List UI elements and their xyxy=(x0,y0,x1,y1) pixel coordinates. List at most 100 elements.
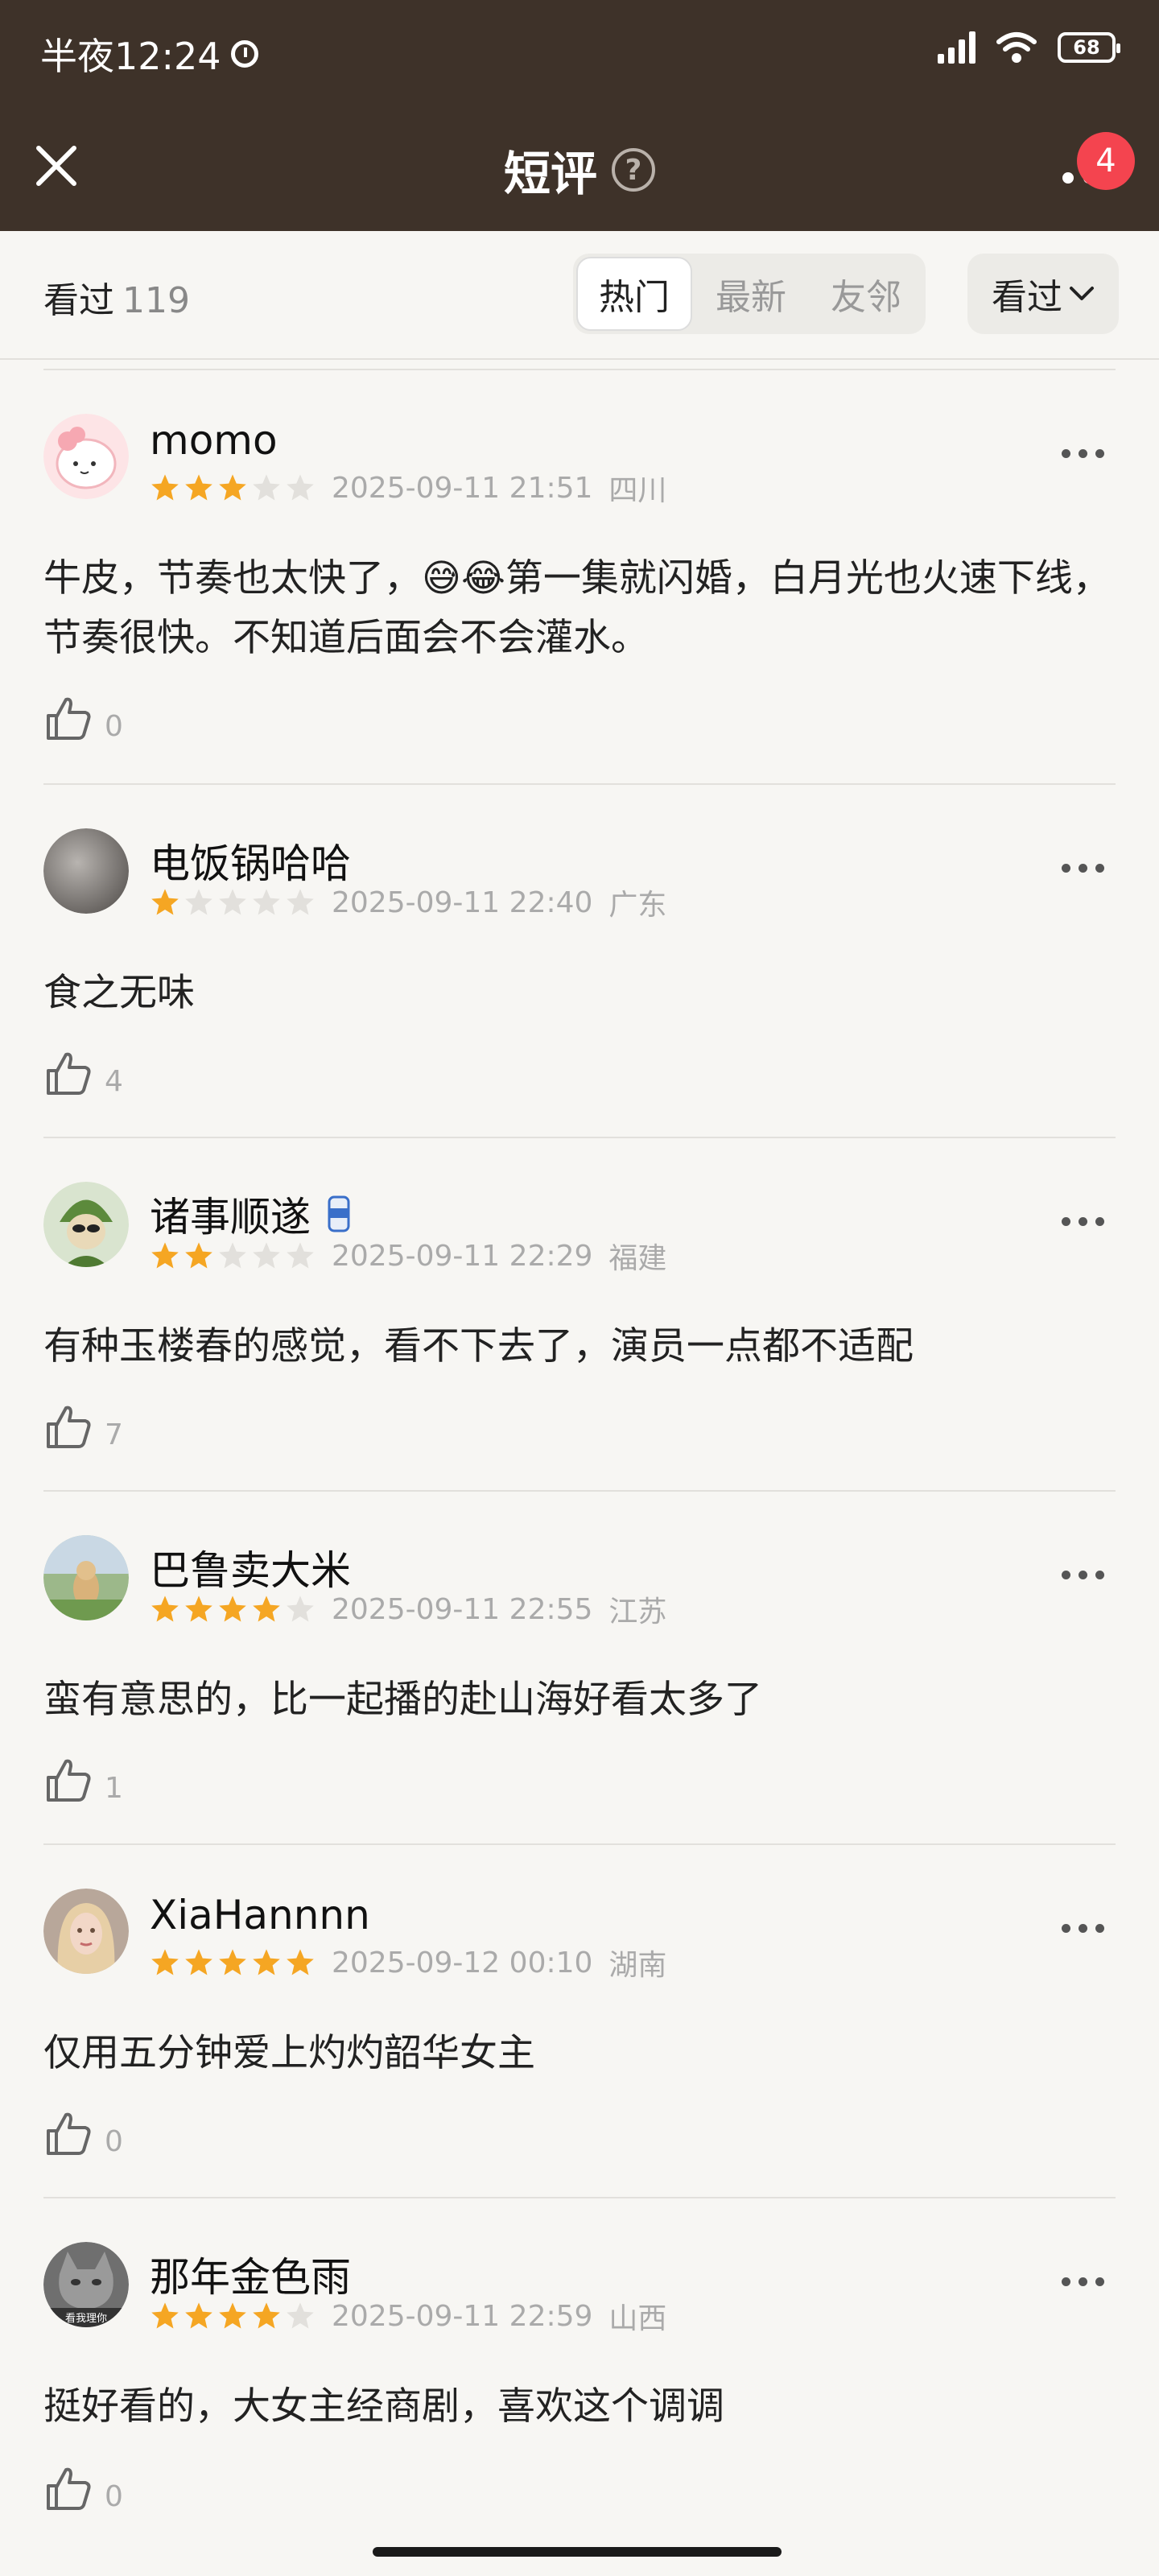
thumbs-up-icon xyxy=(47,697,91,740)
like-count: 0 xyxy=(105,2125,123,2158)
battery-level: 68 xyxy=(1073,36,1100,59)
review-text: 牛皮，节奏也太快了，😅😂第一集就闪婚，白月光也火速下线，节奏很快。不知道后面会不… xyxy=(43,556,1111,660)
review-text: 蛮有意思的，比一起播的赴山海好看太多了 xyxy=(43,1678,762,1722)
star-filled-icon xyxy=(151,474,179,501)
rating-stars xyxy=(150,1947,316,1978)
star-filled-icon xyxy=(219,1596,246,1622)
like-count: 7 xyxy=(105,1418,123,1451)
review-meta: 2025-09-12 00:10 湖南 xyxy=(150,1942,666,1984)
more-options-icon[interactable] xyxy=(1062,1924,1104,1933)
star-filled-icon xyxy=(219,1949,246,1975)
status-time: 半夜12:24 xyxy=(40,27,258,80)
like-button[interactable]: 0 xyxy=(43,2463,123,2513)
chevron-down-icon xyxy=(1070,287,1094,300)
review-date: 2025-09-11 22:40 xyxy=(332,886,593,919)
wifi-icon xyxy=(996,32,1037,63)
avatar[interactable] xyxy=(43,414,129,499)
more-options-icon[interactable] xyxy=(1062,449,1104,458)
star-empty-icon xyxy=(287,1596,314,1622)
home-indicator[interactable] xyxy=(373,2547,782,2557)
thumbs-up-icon xyxy=(47,1406,91,1448)
review-meta: 2025-09-11 22:29 福建 xyxy=(150,1235,666,1277)
thumbs-up-icon xyxy=(47,1759,91,1802)
star-filled-icon xyxy=(185,474,212,501)
avatar[interactable] xyxy=(43,828,129,914)
status-time-text: 半夜12:24 xyxy=(40,35,221,78)
like-button[interactable]: 4 xyxy=(43,1048,123,1098)
star-filled-icon xyxy=(151,1949,179,1975)
review-meta: 2025-09-11 22:55 江苏 xyxy=(150,1588,666,1630)
thumbs-up-icon xyxy=(47,1052,91,1095)
signal-icon xyxy=(938,31,975,64)
user-name[interactable]: XiaHannnn xyxy=(150,1892,370,1938)
seen-count: 119 xyxy=(122,280,190,321)
rating-stars xyxy=(150,887,316,918)
like-count: 0 xyxy=(105,710,123,743)
review-meta: 2025-09-11 21:51 四川 xyxy=(150,467,666,509)
like-button[interactable]: 7 xyxy=(43,1402,123,1451)
star-filled-icon xyxy=(253,1596,280,1622)
seen-count-label: 看过 119 xyxy=(43,271,190,323)
star-filled-icon xyxy=(185,2302,212,2329)
seen-filter-dropdown[interactable]: 看过 xyxy=(967,254,1119,334)
like-button[interactable]: 1 xyxy=(43,1755,123,1805)
seen-dropdown-label: 看过 xyxy=(992,277,1062,318)
avatar[interactable] xyxy=(43,1889,129,1974)
review-meta: 2025-09-11 22:40 广东 xyxy=(150,881,666,923)
battery-icon: 68 xyxy=(1058,32,1120,63)
more-menu-button[interactable]: 4 xyxy=(1022,116,1135,204)
review-meta: 2025-09-11 22:59 山西 xyxy=(150,2295,666,2337)
star-filled-icon xyxy=(185,1596,212,1622)
star-filled-icon xyxy=(219,2302,246,2329)
star-filled-icon xyxy=(151,2302,179,2329)
star-filled-icon xyxy=(185,1242,212,1269)
like-button[interactable]: 0 xyxy=(43,2108,123,2158)
review-text: 食之无味 xyxy=(43,971,195,1015)
star-empty-icon xyxy=(287,1242,314,1269)
soda-can-icon xyxy=(328,1195,350,1232)
tab-hot[interactable]: 热门 xyxy=(576,257,692,331)
star-empty-icon xyxy=(219,889,246,915)
header: 短评 ? 4 xyxy=(0,100,1159,231)
star-empty-icon xyxy=(185,889,212,915)
rating-stars xyxy=(150,2301,316,2331)
star-filled-icon xyxy=(287,1949,314,1975)
rating-stars xyxy=(150,473,316,503)
review-item: 看我理你 那年金色雨 2025-09-11 22:59 山西 挺好看的，大女主经… xyxy=(43,2198,1116,2552)
like-button[interactable]: 0 xyxy=(43,693,123,743)
review-date: 2025-09-11 22:55 xyxy=(332,1592,593,1626)
review-region: 湖南 xyxy=(608,1949,667,1982)
more-options-icon[interactable] xyxy=(1062,2277,1104,2286)
avatar[interactable]: 看我理你 xyxy=(43,2242,129,2327)
review-date: 2025-09-11 22:29 xyxy=(332,1239,593,1273)
filter-bar: 看过 119 热门 最新 友邻 看过 xyxy=(0,231,1159,360)
avatar[interactable] xyxy=(43,1535,129,1620)
more-options-icon[interactable] xyxy=(1062,1217,1104,1226)
tab-latest[interactable]: 最新 xyxy=(692,257,810,331)
star-empty-icon xyxy=(287,2302,314,2329)
like-count: 1 xyxy=(105,1772,123,1805)
review-item: momo 2025-09-11 21:51 四川 牛皮，节奏也太快了，😅😂第一集… xyxy=(43,370,1116,785)
star-filled-icon xyxy=(151,889,179,915)
star-empty-icon xyxy=(253,889,280,915)
star-empty-icon xyxy=(253,474,280,501)
thumbs-up-icon xyxy=(47,2467,91,2510)
review-date: 2025-09-11 21:51 xyxy=(332,471,593,505)
review-item: XiaHannnn 2025-09-12 00:10 湖南 仅用五分钟爱上灼灼韶… xyxy=(43,1845,1116,2198)
status-bar: 半夜12:24 68 xyxy=(0,0,1159,100)
help-icon[interactable]: ? xyxy=(612,148,655,192)
rating-stars xyxy=(150,1594,316,1624)
user-name[interactable]: momo xyxy=(150,417,278,464)
review-text: 挺好看的，大女主经商剧，喜欢这个调调 xyxy=(43,2384,724,2429)
like-count: 0 xyxy=(105,2480,123,2513)
like-count: 4 xyxy=(105,1065,123,1098)
avatar[interactable] xyxy=(43,1182,129,1267)
avatar-caption: 看我理你 xyxy=(65,2312,107,2325)
more-options-icon[interactable] xyxy=(1062,1571,1104,1579)
tab-friends[interactable]: 友邻 xyxy=(810,257,922,331)
rating-stars xyxy=(150,1241,316,1271)
page-title-text: 短评 xyxy=(503,147,597,201)
seen-label-text: 看过 xyxy=(43,280,114,321)
star-empty-icon xyxy=(287,474,314,501)
more-options-icon[interactable] xyxy=(1062,864,1104,873)
